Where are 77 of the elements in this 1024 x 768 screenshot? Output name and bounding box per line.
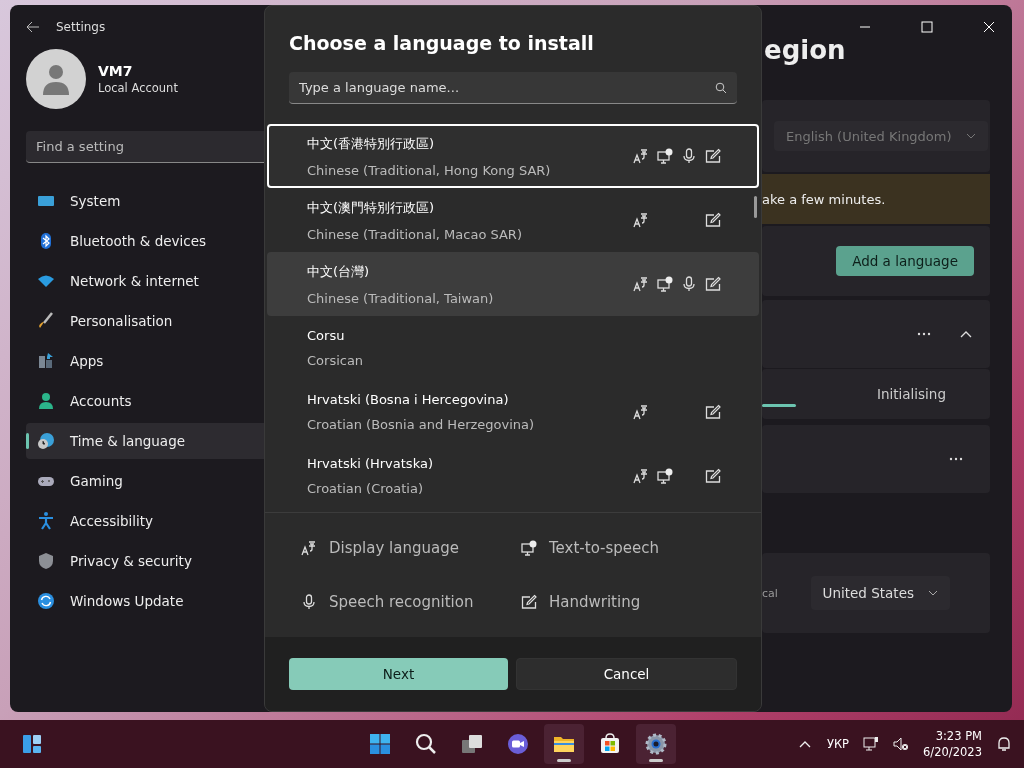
next-button[interactable]: Next [289,658,508,690]
close-icon[interactable] [983,21,995,33]
globe-clock-icon [36,431,56,451]
sidebar-item[interactable]: Windows Update [26,583,282,619]
status-text: Initialising [876,386,946,402]
native-name: 中文(香港特別行政區) [307,134,436,153]
update-icon [36,591,56,611]
english-name: Corsican [307,353,365,368]
chevron-down-icon [965,131,976,141]
legend-label: Speech recognition [329,593,474,611]
page-title: egion [763,35,847,67]
speaker-muted-icon[interactable] [893,736,910,752]
language-item[interactable]: 中文(香港特別行政區) Chinese (Traditional, Hong Kong SAR) [267,124,759,188]
account-type: Local Account [98,81,178,95]
avatar [26,49,86,109]
dialog-title: Choose a language to install [289,32,595,54]
english-name: Croatian (Croatia) [307,481,424,496]
window-title: Settings [56,20,106,34]
display-icon [633,468,649,484]
handwriting-icon [705,212,721,228]
store-icon[interactable] [598,732,622,756]
notice-text: ake a few minutes. [762,174,990,224]
english-name: Chinese (Traditional, Taiwan) [307,290,495,306]
handwriting-icon [705,404,721,420]
display-icon [633,212,649,228]
account-name: VM7 [98,63,134,79]
notification-bell-icon[interactable] [996,736,1012,752]
gear-icon[interactable] [644,732,668,756]
setting-label: cal [762,586,778,600]
native-name: 中文(台灣) [307,262,371,281]
shield-icon [36,551,56,571]
english-name: Chinese (Traditional, Macao SAR) [307,226,523,242]
language-item[interactable]: 中文(台灣) Chinese (Traditional, Taiwan) [267,252,759,316]
display-icon [301,540,317,556]
handwriting-icon [705,468,721,484]
speech-icon [681,148,697,164]
handwriting-icon [705,276,721,292]
legend-label: Handwriting [549,593,641,611]
person-icon [36,391,56,411]
back-arrow-icon[interactable] [26,20,40,34]
keyboard-language[interactable]: УКР [826,737,850,751]
native-name: 中文(澳門特別行政區) [307,198,436,217]
clock-time[interactable]: 3:23 PM [935,729,982,743]
windows-logo-icon[interactable] [368,732,392,756]
maximize-icon[interactable] [921,21,933,33]
clock-date[interactable]: 6/20/2023 [923,745,982,759]
display-icon [633,148,649,164]
monitor-icon[interactable] [863,736,880,752]
tts-icon [521,540,537,556]
native-name: Hrvatski (Bosna i Hercegovina) [307,392,510,407]
native-name: Corsu [307,328,346,343]
display-icon [633,276,649,292]
display-icon [633,404,649,420]
native-name: Hrvatski (Hrvatska) [307,456,434,471]
accessibility-icon [36,511,56,531]
tts-icon [657,468,673,484]
legend-label: Display language [329,539,459,557]
english-name: Croatian (Bosnia and Herzegovina) [307,417,536,432]
widgets-icon[interactable] [20,732,44,756]
task-view-icon[interactable] [460,732,484,756]
search-icon [715,81,727,94]
legend-label: Text-to-speech [549,539,660,557]
chevron-down-icon [928,588,938,598]
tts-icon [657,276,673,292]
cancel-button[interactable]: Cancel [516,658,737,690]
video-chat-icon[interactable] [506,732,530,756]
speech-icon [301,594,317,610]
region-dropdown[interactable]: United States [810,576,950,610]
tts-icon [657,148,673,164]
handwriting-icon [521,594,537,610]
speech-icon [681,276,697,292]
search-icon[interactable] [414,732,438,756]
handwriting-icon [705,148,721,164]
add-language-button[interactable]: Add a language [836,246,974,276]
sidebar-item[interactable]: Privacy & security [26,543,282,579]
language-search-field[interactable]: Type a language name... [289,72,737,104]
english-name: Chinese (Traditional, Hong Kong SAR) [307,162,552,178]
